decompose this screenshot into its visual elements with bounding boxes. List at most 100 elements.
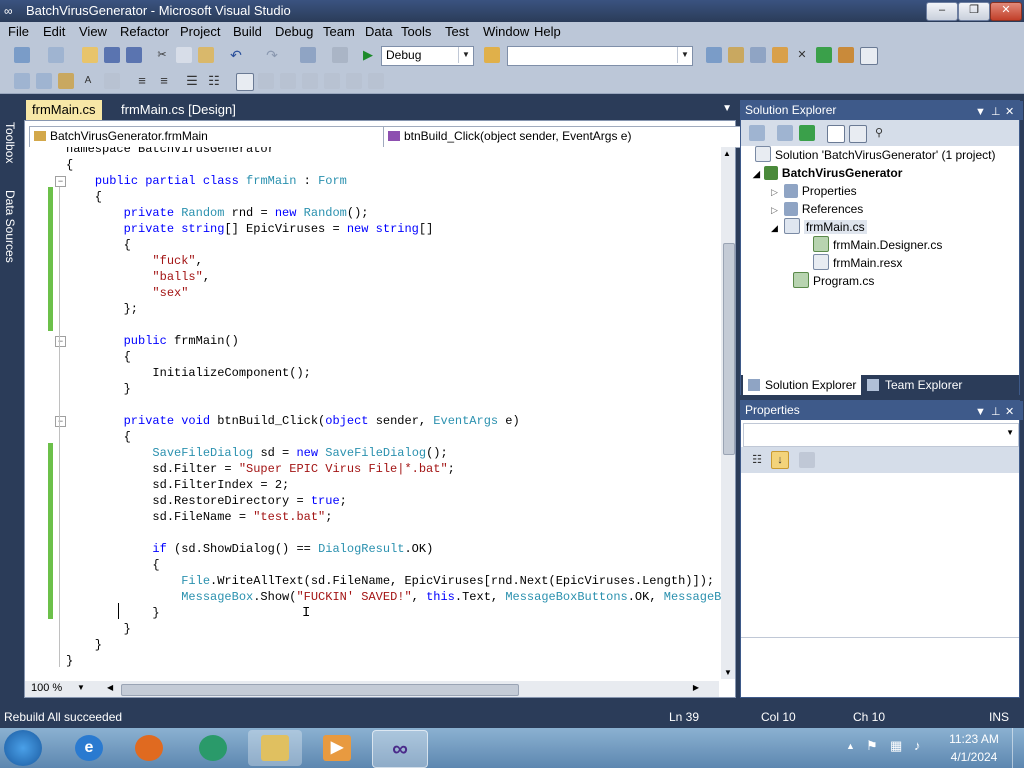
menu-help[interactable]: Help — [534, 24, 561, 39]
menu-view[interactable]: View — [79, 24, 107, 39]
vertical-scroll-thumb[interactable] — [723, 243, 735, 455]
bookmark-icon[interactable] — [236, 73, 254, 91]
expanded-arrow-icon[interactable]: ◢ — [771, 223, 778, 233]
previous-bookmark-document-icon[interactable] — [346, 73, 362, 89]
solution-configuration-select[interactable]: Debug ▼ — [381, 46, 474, 66]
zoom-select[interactable]: 100 % ▼ — [25, 681, 105, 697]
menu-debug[interactable]: Debug — [275, 24, 313, 39]
decrease-indent-icon[interactable]: ≡ — [134, 73, 150, 89]
toggle-bookmark-icon[interactable] — [104, 73, 120, 89]
object-browser-icon[interactable] — [750, 47, 766, 63]
tree-item-properties[interactable]: ▷ Properties — [771, 182, 857, 200]
member-navigation-select[interactable]: btnBuild_Click(object sender, EventArgs … — [383, 126, 757, 148]
undo-icon[interactable]: ↶ — [228, 47, 244, 63]
menu-edit[interactable]: Edit — [43, 24, 65, 39]
categorized-icon[interactable]: ☷ — [749, 452, 765, 468]
property-pages-icon[interactable] — [799, 452, 815, 468]
vertical-scrollbar[interactable]: ▲ ▼ — [721, 147, 735, 679]
window-layout-icon[interactable] — [860, 47, 878, 65]
view-code-icon[interactable] — [827, 125, 845, 143]
taskbar-media-player[interactable]: ▶ — [310, 730, 364, 766]
horizontal-scroll-thumb[interactable] — [121, 684, 519, 696]
tab-solution-explorer[interactable]: Solution Explorer — [743, 375, 861, 395]
pane-menu-icon[interactable]: ▼ — [975, 403, 986, 422]
class-view-icon[interactable] — [838, 47, 854, 63]
paste-icon[interactable] — [198, 47, 214, 63]
data-sources-tab[interactable]: Data Sources — [3, 190, 17, 263]
menu-data[interactable]: Data — [365, 24, 392, 39]
tree-item-solution[interactable]: Solution 'BatchVirusGenerator' (1 projec… — [755, 146, 995, 164]
tree-item-project[interactable]: ◢ BatchVirusGenerator — [753, 164, 902, 182]
parameter-info-icon[interactable] — [36, 73, 52, 89]
complete-word-icon[interactable]: A — [80, 73, 96, 89]
clock-date[interactable]: 4/1/2024 — [944, 750, 1004, 764]
uncomment-lines-icon[interactable]: ☷ — [206, 73, 222, 89]
save-icon[interactable] — [104, 47, 120, 63]
refresh-icon[interactable] — [799, 125, 815, 141]
toolbox-icon[interactable] — [772, 47, 788, 63]
next-bookmark-icon[interactable] — [280, 73, 296, 89]
tree-item-frmmain-cs[interactable]: ◢ frmMain.cs — [771, 218, 867, 236]
show-hidden-icons-icon[interactable]: ▲ — [846, 741, 855, 751]
clock-time[interactable]: 11:23 AM — [944, 732, 1004, 746]
collapse-region-icon[interactable]: − — [55, 416, 66, 427]
taskbar-explorer[interactable] — [248, 730, 302, 766]
menu-refactor[interactable]: Refactor — [120, 24, 169, 39]
add-item-icon[interactable] — [48, 47, 64, 63]
tree-item-designer[interactable]: frmMain.Designer.cs — [813, 236, 942, 254]
horizontal-scrollbar[interactable]: ◀ ▶ — [105, 681, 719, 697]
navigate-backward-icon[interactable] — [300, 47, 316, 63]
show-all-files-icon[interactable] — [777, 125, 793, 141]
close-pane-icon[interactable]: ✕ — [1005, 403, 1014, 422]
comment-lines-icon[interactable]: ☰ — [184, 73, 200, 89]
collapsed-arrow-icon[interactable]: ▷ — [771, 187, 778, 197]
class-diagram-icon[interactable]: ⚲ — [871, 125, 887, 141]
split-handle-icon[interactable]: ▲ — [723, 149, 731, 158]
maximize-button[interactable]: ❐ — [958, 2, 990, 21]
redo-icon[interactable]: ↷ — [264, 47, 280, 63]
solution-explorer-icon[interactable] — [706, 47, 722, 63]
pin-icon[interactable]: ⊥ — [991, 403, 1001, 422]
open-folder-icon[interactable] — [82, 47, 98, 63]
action-center-flag-icon[interactable]: ⚑ — [866, 738, 878, 754]
display-object-member-list-icon[interactable] — [14, 73, 30, 89]
minimize-button[interactable]: – — [926, 2, 958, 21]
previous-bookmark-icon[interactable] — [258, 73, 274, 89]
collapsed-arrow-icon[interactable]: ▷ — [771, 205, 778, 215]
taskbar-visual-studio[interactable]: ∞ — [372, 730, 428, 768]
menu-build[interactable]: Build — [233, 24, 262, 39]
scroll-down-icon[interactable]: ▼ — [724, 668, 732, 677]
taskbar-media-app[interactable] — [186, 730, 240, 766]
view-designer-icon[interactable] — [849, 125, 867, 143]
start-page-icon[interactable] — [816, 47, 832, 63]
show-desktop-button[interactable] — [1012, 728, 1024, 768]
navigate-forward-icon[interactable] — [332, 47, 348, 63]
tools-icon[interactable]: ✕ — [794, 47, 810, 63]
increase-indent-icon[interactable]: ≡ — [156, 73, 172, 89]
tab-frmmain-cs[interactable]: frmMain.cs — [26, 100, 102, 120]
start-button-icon[interactable] — [4, 730, 42, 766]
menu-team[interactable]: Team — [323, 24, 355, 39]
tab-team-explorer[interactable]: Team Explorer — [865, 375, 962, 395]
volume-muted-icon[interactable]: ♪ — [914, 738, 921, 753]
class-navigation-select[interactable]: BatchVirusGenerator.frmMain ▼ — [29, 126, 403, 148]
scroll-right-icon[interactable]: ▶ — [693, 683, 699, 692]
menu-test[interactable]: Test — [445, 24, 469, 39]
next-bookmark-document-icon[interactable] — [368, 73, 384, 89]
save-all-icon[interactable] — [126, 47, 142, 63]
menu-window[interactable]: Window — [483, 24, 529, 39]
menu-project[interactable]: Project — [180, 24, 220, 39]
tab-frmmain-design[interactable]: frmMain.cs [Design] — [115, 100, 242, 120]
taskbar-internet-explorer[interactable]: e — [62, 730, 116, 766]
tree-item-references[interactable]: ▷ References — [771, 200, 863, 218]
alphabetical-icon[interactable]: ↓ — [771, 451, 789, 469]
next-bookmark-folder-icon[interactable] — [324, 73, 340, 89]
find-in-files-icon[interactable] — [484, 47, 500, 63]
tree-item-program[interactable]: Program.cs — [793, 272, 874, 290]
close-button[interactable]: ✕ — [990, 2, 1022, 21]
copy-icon[interactable] — [176, 47, 192, 63]
start-debugging-icon[interactable]: ▶ — [360, 47, 376, 63]
tree-item-resx[interactable]: frmMain.resx — [813, 254, 902, 272]
properties-icon[interactable] — [749, 125, 765, 141]
object-selector-select[interactable]: ▼ — [743, 423, 1019, 447]
